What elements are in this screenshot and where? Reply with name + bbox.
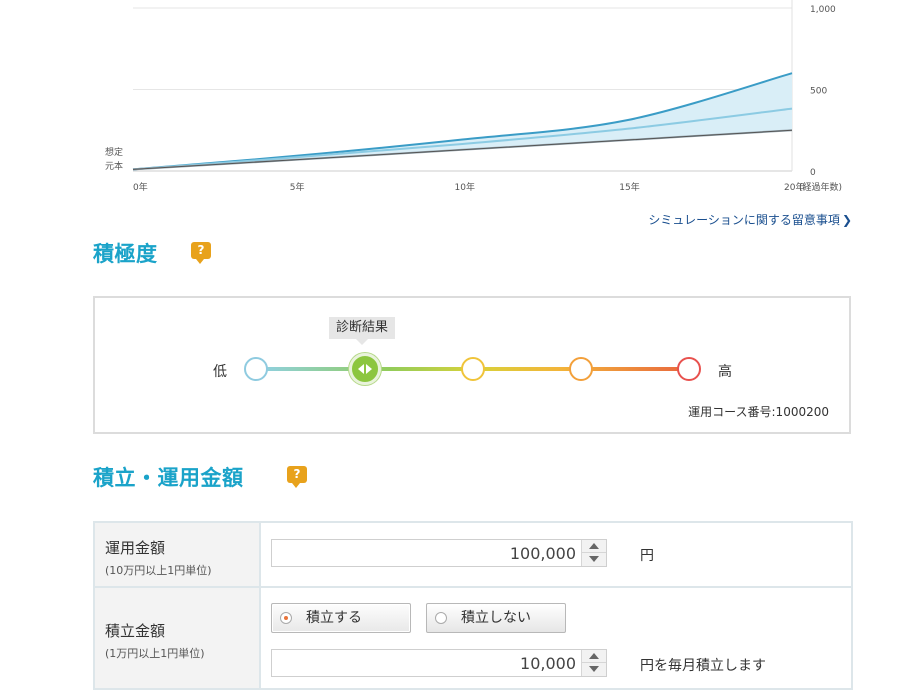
invest-amount-row: 運用金額 (10万円以上1円単位) 円 — [95, 523, 851, 586]
stepper-down-icon[interactable] — [582, 553, 606, 566]
help-icon[interactable] — [287, 466, 307, 488]
x-tick-label: 10年 — [455, 181, 475, 193]
reserve-no-label: 積立しない — [461, 610, 531, 626]
chart-x-ticks: 0年 5年 10年 15年 20年 — [133, 181, 804, 193]
risk-low-label: 低 — [213, 364, 227, 380]
reserve-amount-note: (1万円以上1円単位) — [105, 647, 205, 660]
reserve-yes-option[interactable]: 積立する — [271, 603, 411, 633]
risk-level-1[interactable] — [244, 357, 268, 381]
chart-principal-note-1: 想定 — [105, 146, 123, 158]
course-number: 運用コース番号:1000200 — [688, 405, 829, 419]
x-tick-label: 5年 — [290, 181, 305, 193]
y-tick-label: 0 — [810, 168, 816, 178]
y-tick-label: 1,000 — [810, 5, 836, 15]
help-icon[interactable] — [191, 242, 211, 264]
simulation-chart: 0年 5年 10年 15年 20年 05001,000 (経過年数) 想定 元本 — [105, 0, 842, 193]
risk-level-panel: 低 高 診断結果 運用コース番号:1000200 — [93, 296, 851, 434]
reserve-amount-stepper — [581, 650, 606, 676]
reserve-yes-label: 積立する — [306, 610, 362, 626]
invest-amount-stepper — [581, 540, 606, 566]
radio-selected-icon — [280, 612, 292, 624]
diagnosis-result-tag: 診断結果 — [329, 317, 396, 345]
reserve-amount-cell: 積立する 積立しない 円を毎月積立します — [261, 588, 851, 688]
invest-amount-field — [271, 539, 607, 567]
chart-y-ticks: 0 500 1,000 — [810, 5, 836, 178]
reserve-amount-header: 積立金額 (1万円以上1円単位) — [95, 588, 261, 688]
reserve-no-option[interactable]: 積立しない — [426, 603, 566, 633]
risk-level-heading: 積極度 — [93, 242, 158, 266]
risk-level-3[interactable] — [461, 357, 485, 381]
reserve-amount-title: 積立金額 — [105, 622, 166, 640]
reserve-amount-unit: 円を毎月積立します — [640, 658, 766, 674]
risk-level-2-selected[interactable] — [349, 353, 381, 385]
y-tick-label: 500 — [810, 87, 827, 97]
invest-amount-unit: 円 — [640, 548, 654, 564]
stepper-up-icon[interactable] — [582, 540, 606, 553]
x-tick-label: 15年 — [619, 181, 639, 193]
reserve-amount-field — [271, 649, 607, 677]
x-tick-label: 0年 — [133, 181, 148, 193]
invest-amount-title: 運用金額 — [105, 539, 166, 557]
risk-level-5[interactable] — [677, 357, 701, 381]
chart-line-principal — [132, 129, 793, 170]
stepper-down-icon[interactable] — [582, 663, 606, 676]
amount-heading: 積立・運用金額 — [93, 466, 244, 490]
invest-amount-header: 運用金額 (10万円以上1円単位) — [95, 523, 261, 586]
chart-principal-note-2: 元本 — [105, 160, 123, 172]
reserve-amount-row: 積立金額 (1万円以上1円単位) 積立する 積立しない 円を毎月積立します — [95, 586, 851, 688]
chart-x-axis-label: (経過年数) — [799, 181, 842, 193]
amount-form-table: 運用金額 (10万円以上1円単位) 円 積立金額 (1万円以上1円単位) 積立す… — [93, 521, 853, 690]
notice-link-label: シミュレーションに関する留意事項 — [648, 213, 840, 227]
invest-amount-cell: 円 — [261, 523, 851, 586]
radio-empty-icon — [435, 612, 447, 624]
stepper-up-icon[interactable] — [582, 650, 606, 663]
chevron-right-icon: ❯ — [841, 213, 852, 227]
simulation-notice-link[interactable]: シミュレーションに関する留意事項 ❯ — [648, 211, 852, 228]
invest-amount-input[interactable] — [272, 540, 582, 566]
invest-amount-note: (10万円以上1円単位) — [105, 564, 212, 577]
risk-high-label: 高 — [718, 364, 732, 380]
risk-level-4[interactable] — [569, 357, 593, 381]
reserve-amount-input[interactable] — [272, 650, 582, 676]
